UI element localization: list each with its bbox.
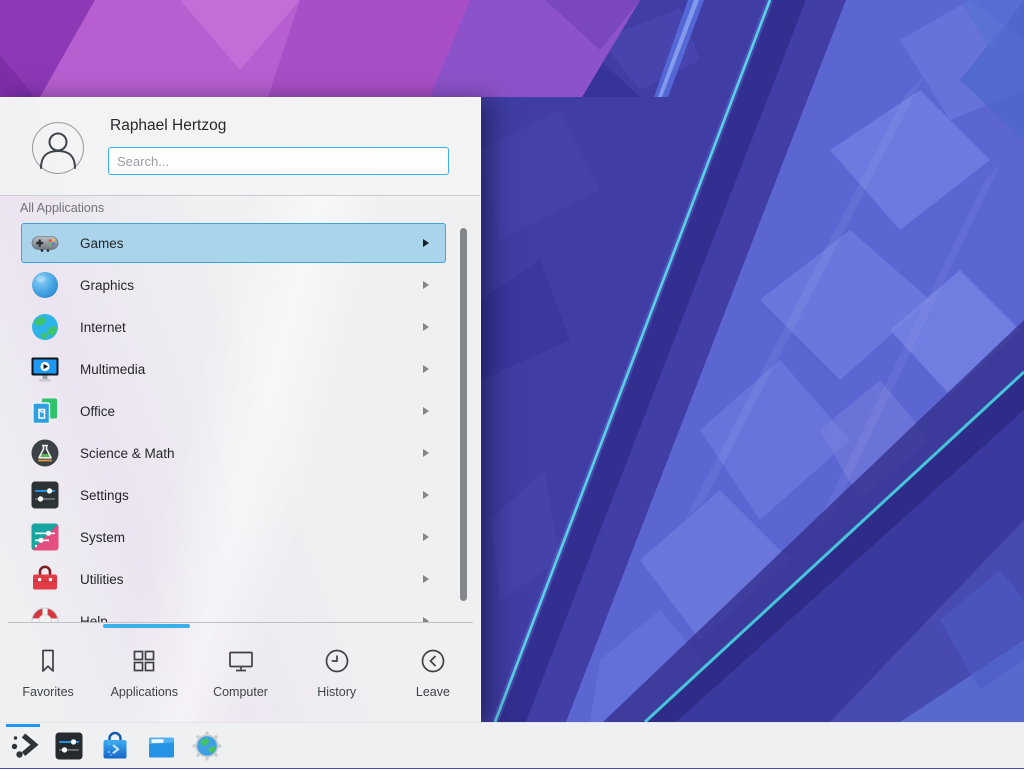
tab-label: History: [317, 685, 356, 699]
discover-icon: [99, 730, 131, 762]
submenu-arrow-icon: [423, 365, 429, 373]
category-label: Games: [80, 236, 423, 251]
application-launcher-button[interactable]: [5, 723, 43, 769]
category-row-utilities[interactable]: Utilities: [21, 559, 446, 599]
search-input[interactable]: [108, 147, 449, 175]
submenu-arrow-icon: [423, 449, 429, 457]
submenu-arrow-icon: [423, 575, 429, 583]
discover-button[interactable]: [96, 723, 134, 769]
category-row-graphics[interactable]: Graphics: [21, 265, 446, 305]
submenu-arrow-icon: [423, 491, 429, 499]
submenu-arrow-icon: [423, 323, 429, 331]
category-label: Office: [80, 404, 423, 419]
bookmark-icon: [33, 646, 63, 676]
tab-history[interactable]: History: [289, 626, 385, 723]
submenu-arrow-icon: [423, 281, 429, 289]
section-label: All Applications: [20, 201, 104, 215]
tab-label: Computer: [213, 685, 268, 699]
submenu-arrow-icon: [423, 239, 429, 247]
category-row-office[interactable]: Office: [21, 391, 446, 431]
category-row-help[interactable]: Help: [21, 601, 446, 622]
category-label: Utilities: [80, 572, 423, 587]
settings-icon: [29, 479, 61, 511]
category-label: Internet: [80, 320, 423, 335]
active-task-indicator: [6, 724, 40, 727]
category-label: Science & Math: [80, 446, 423, 461]
category-row-internet[interactable]: Internet: [21, 307, 446, 347]
list-scrollbar[interactable]: [460, 228, 467, 601]
office-icon: [29, 395, 61, 427]
category-label: Help: [80, 614, 423, 623]
user-avatar-icon: [33, 123, 83, 173]
system-settings-button[interactable]: [50, 723, 88, 769]
grid-icon: [129, 646, 159, 676]
folder-icon: [145, 730, 177, 762]
system-icon: [29, 521, 61, 553]
science-math-icon: [29, 437, 61, 469]
user-avatar[interactable]: [32, 122, 84, 174]
help-icon: [29, 605, 61, 622]
category-row-science-math[interactable]: Science & Math: [21, 433, 446, 473]
web-browser-button[interactable]: [188, 723, 226, 769]
internet-icon: [29, 311, 61, 343]
category-label: Graphics: [80, 278, 423, 293]
games-icon: [29, 227, 61, 259]
launcher-header: Raphael Hertzog: [0, 98, 480, 196]
tab-label: Favorites: [22, 685, 73, 699]
system-settings-icon: [53, 730, 85, 762]
multimedia-icon: [29, 353, 61, 385]
category-label: System: [80, 530, 423, 545]
utilities-icon: [29, 563, 61, 595]
leave-icon: [418, 646, 448, 676]
clock-icon: [322, 646, 352, 676]
tab-label: Applications: [111, 685, 178, 699]
tab-label: Leave: [416, 685, 450, 699]
file-manager-button[interactable]: [142, 723, 180, 769]
monitor-icon: [226, 646, 256, 676]
submenu-arrow-icon: [423, 533, 429, 541]
launcher-tabbar: Favorites Applications Computer: [0, 626, 481, 723]
category-row-settings[interactable]: Settings: [21, 475, 446, 515]
category-label: Settings: [80, 488, 423, 503]
tabbar-divider: [8, 622, 473, 623]
category-list: Games Graphics Internet: [0, 222, 481, 622]
globe-gear-icon: [191, 730, 223, 762]
taskbar-panel: ES 7:03 PM 4/24/21: [0, 722, 1024, 768]
tab-applications[interactable]: Applications: [96, 626, 192, 723]
tab-favorites[interactable]: Favorites: [0, 626, 96, 723]
category-row-games[interactable]: Games: [21, 223, 446, 263]
submenu-arrow-icon: [423, 407, 429, 415]
category-label: Multimedia: [80, 362, 423, 377]
tab-computer[interactable]: Computer: [192, 626, 288, 723]
application-launcher-popup: Raphael Hertzog All Applications Games: [0, 97, 481, 722]
category-row-multimedia[interactable]: Multimedia: [21, 349, 446, 389]
category-row-system[interactable]: System: [21, 517, 446, 557]
graphics-icon: [29, 269, 61, 301]
user-name: Raphael Hertzog: [110, 117, 226, 135]
tab-leave[interactable]: Leave: [385, 626, 481, 723]
kde-launcher-icon: [8, 730, 40, 762]
